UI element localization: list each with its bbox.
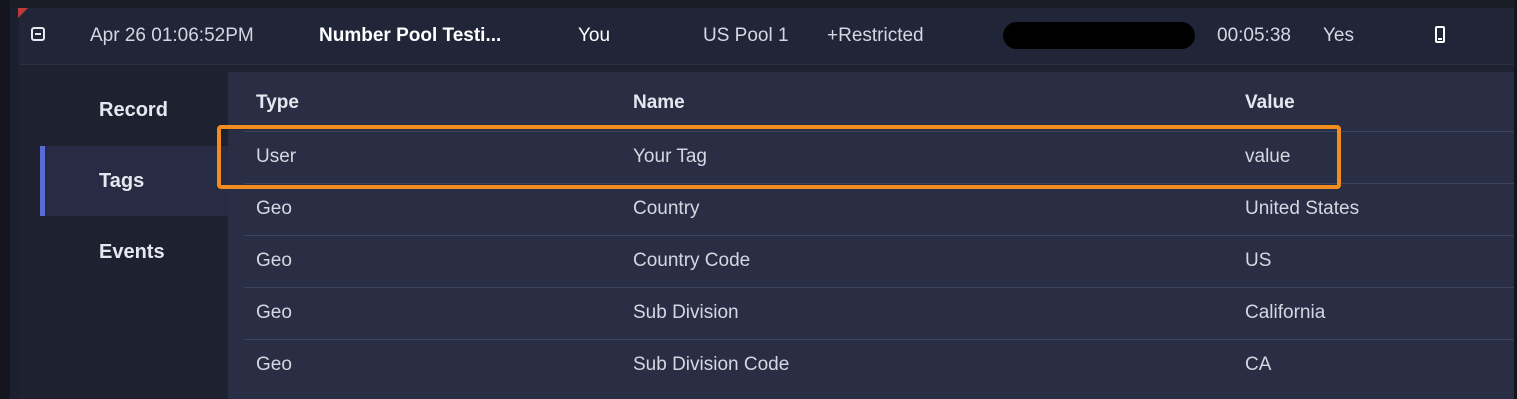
owner-label: You xyxy=(578,25,611,46)
cell-value: US xyxy=(1245,250,1272,271)
cell-name: Your Tag xyxy=(633,146,707,167)
nav-item-tags[interactable]: Tags xyxy=(40,146,228,216)
nav-item-label: Tags xyxy=(99,170,145,192)
call-log-row[interactable]: Apr 26 01:06:52PM Number Pool Testi... Y… xyxy=(19,8,1514,65)
cell-type: Geo xyxy=(256,354,292,375)
minus-square-icon[interactable] xyxy=(31,27,45,41)
nav-item-label: Events xyxy=(99,241,165,263)
nav-item-record[interactable]: Record xyxy=(40,75,228,145)
redacted-phone-number xyxy=(1003,22,1195,49)
detail-side-nav: Record Tags Events xyxy=(19,72,228,399)
cell-type: Geo xyxy=(256,250,292,271)
cell-name: Sub Division xyxy=(633,302,739,323)
cell-value: CA xyxy=(1245,354,1272,375)
cell-type: Geo xyxy=(256,198,292,219)
column-header-type[interactable]: Type xyxy=(256,92,299,114)
campaign-name[interactable]: Number Pool Testi... xyxy=(319,8,501,64)
cell-type: User xyxy=(256,146,297,167)
nav-item-label: Record xyxy=(99,99,168,121)
table-row[interactable]: Geo Sub Division California xyxy=(244,287,1514,339)
table-row[interactable]: User Your Tag value xyxy=(244,131,1514,183)
column-header-value[interactable]: Value xyxy=(1245,92,1295,114)
flag-marker xyxy=(18,8,28,18)
table-row[interactable]: Geo Country Code US xyxy=(244,235,1514,287)
cell-name: Country xyxy=(633,198,700,219)
table-row[interactable]: Geo Country United States xyxy=(244,183,1514,235)
mobile-phone-icon xyxy=(1435,26,1445,43)
number-pool: US Pool 1 xyxy=(703,25,789,46)
window-edge-left xyxy=(0,0,10,399)
answered-status: Yes xyxy=(1323,25,1354,46)
cell-value: value xyxy=(1245,146,1291,167)
cell-type: Geo xyxy=(256,302,292,323)
restriction-label: +Restricted xyxy=(827,25,924,46)
call-duration: 00:05:38 xyxy=(1217,25,1291,46)
call-datetime: Apr 26 01:06:52PM xyxy=(90,25,254,46)
cell-value: California xyxy=(1245,302,1326,323)
cell-name: Sub Division Code xyxy=(633,354,790,375)
cell-name: Country Code xyxy=(633,250,751,271)
window-edge-top xyxy=(10,0,1517,8)
nav-item-events[interactable]: Events xyxy=(40,217,228,287)
table-row[interactable]: Geo Sub Division Code CA xyxy=(244,339,1514,391)
column-header-name[interactable]: Name xyxy=(633,92,685,114)
tags-table: Type Name Value User Your Tag value Geo … xyxy=(228,72,1514,399)
cell-value: United States xyxy=(1245,198,1360,219)
table-header: Type Name Value xyxy=(228,72,1514,132)
